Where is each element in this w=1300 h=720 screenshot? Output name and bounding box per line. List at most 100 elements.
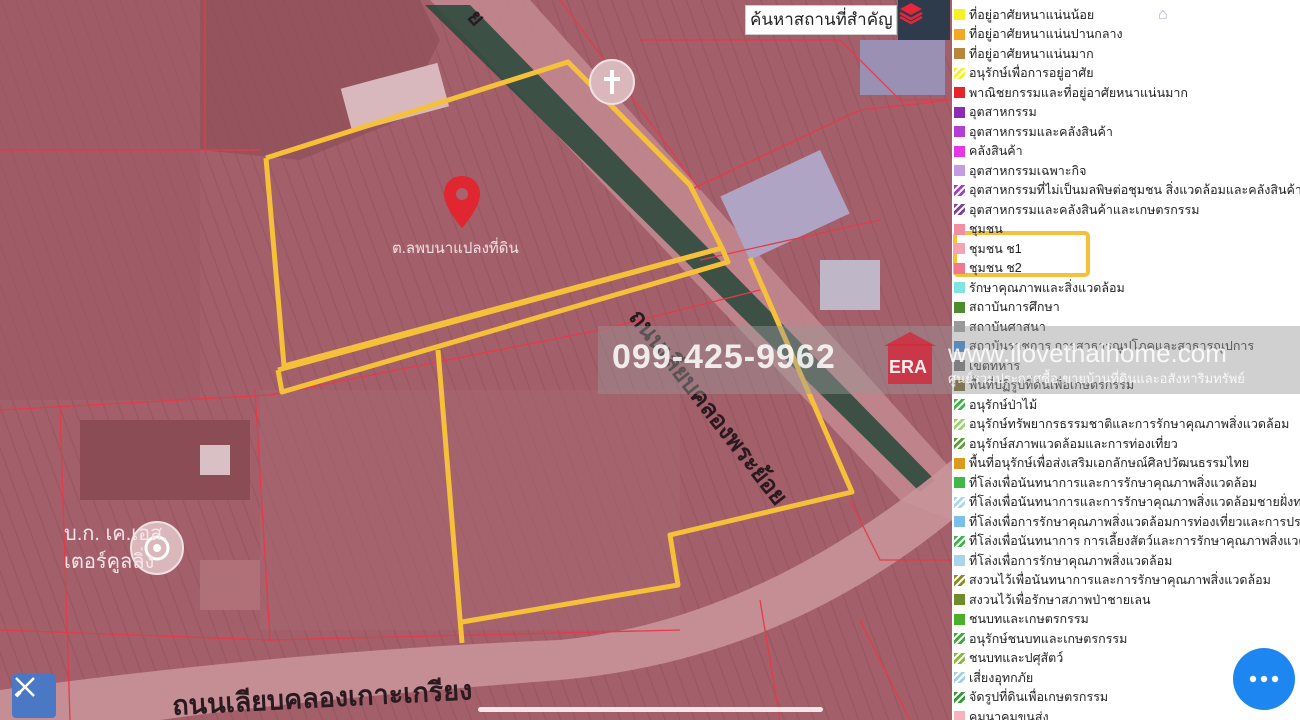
legend-item: ชุมชน ช1 xyxy=(952,239,1022,259)
legend-label: อนุรักษ์เพื่อการอยู่อาศัย xyxy=(969,66,1094,81)
legend-swatch xyxy=(954,555,965,567)
legend-item: ที่โล่งเพื่อนันทนาการ การเลี้ยงสัตว์และก… xyxy=(952,532,1300,552)
legend-item: อุตสาหกรรมเฉพาะกิจ xyxy=(952,161,1086,181)
legend-label: อุตสาหกรรม xyxy=(969,105,1037,120)
legend-label: ชุมชน ช2 xyxy=(969,261,1022,276)
more-dots-icon xyxy=(1249,675,1279,683)
legend-item: สงวนไว้เพื่อรักษาสภาพป่าชายเลน xyxy=(952,590,1151,610)
legend-item: ที่อยู่อาศัยหนาแน่นปานกลาง xyxy=(952,25,1123,45)
legend-item: อนุรักษ์สภาพแวดล้อมและการท่องเที่ยว xyxy=(952,434,1178,454)
legend-label: รักษาคุณภาพและสิ่งแวดล้อม xyxy=(969,280,1125,295)
legend-swatch xyxy=(954,418,965,430)
legend-swatch xyxy=(954,477,965,489)
watermark-subtitle: ศูนย์รวมประกาศซื้อ-ขายบ้านที่ดินและอสังห… xyxy=(948,371,1245,386)
search-input[interactable]: ค้นหาสถานที่สำคัญ xyxy=(745,5,897,35)
legend-swatch xyxy=(954,165,965,177)
legend-swatch xyxy=(954,243,965,255)
legend-swatch xyxy=(954,613,965,625)
legend-item: อุตสาหกรรม xyxy=(952,103,1037,123)
legend-item: ที่โล่งเพื่อนันทนาการและการรักษาคุณภาพสิ… xyxy=(952,493,1300,513)
legend-item: ที่โล่งเพื่อการรักษาคุณภาพสิ่งแวดล้อม xyxy=(952,551,1172,571)
legend-item: คมนาคมขนส่ง xyxy=(952,707,1049,720)
legend-swatch xyxy=(954,399,965,411)
watermark-phone: 099-425-9962 xyxy=(612,338,836,376)
company-label: บ.ก. เค.เอส. เตอร์คูลลิ่ง xyxy=(64,520,168,576)
legend-swatch xyxy=(954,87,965,99)
legend-item: อุตสาหกรรมและคลังสินค้าและเกษตรกรรม xyxy=(952,200,1199,220)
legend-label: จัดรูปที่ดินเพื่อเกษตรกรรม xyxy=(969,690,1109,705)
legend-swatch xyxy=(954,67,965,79)
legend-item: รักษาคุณภาพและสิ่งแวดล้อม xyxy=(952,278,1125,298)
legend-label: คมนาคมขนส่ง xyxy=(969,709,1049,720)
watermark-site: www.ilovethaihome.com xyxy=(948,338,1227,368)
legend-swatch xyxy=(954,574,965,586)
legend-swatch xyxy=(954,535,965,547)
legend-item: อนุรักษ์ทรัพยากรธรรมชาติและการรักษาคุณภา… xyxy=(952,415,1289,435)
legend-swatch xyxy=(954,516,965,528)
legend-swatch xyxy=(954,496,965,508)
legend-label: ชนบทและปศุสัตว์ xyxy=(969,651,1064,666)
legend-label: ที่โล่งเพื่อนันทนาการ การเลี้ยงสัตว์และก… xyxy=(969,534,1300,549)
legend-label: ที่โล่งเพื่อการรักษาคุณภาพสิ่งแวดล้อม xyxy=(969,553,1173,568)
layers-button[interactable] xyxy=(898,0,950,40)
legend-label: อนุรักษ์ป่าไม้ xyxy=(969,397,1038,412)
legend-label: อุตสาหกรรมและคลังสินค้าและเกษตรกรรม xyxy=(969,202,1200,217)
legend-item: จัดรูปที่ดินเพื่อเกษตรกรรม xyxy=(952,688,1108,708)
legend-label: สถาบันการศึกษา xyxy=(969,300,1060,315)
edit-tool-button[interactable] xyxy=(12,674,56,718)
legend-item: ชุมชน xyxy=(952,220,1003,240)
legend-label: ชนบทและเกษตรกรรม xyxy=(969,612,1089,627)
legend-label: สงวนไว้เพื่อนันทนาการและการรักษาคุณภาพสิ… xyxy=(969,573,1271,588)
legend-label: สงวนไว้เพื่อรักษาสภาพป่าชายเลน xyxy=(969,592,1151,607)
legend-item: สงวนไว้เพื่อนันทนาการและการรักษาคุณภาพสิ… xyxy=(952,571,1271,591)
legend-item: อนุรักษ์ชนบทและเกษตรกรรม xyxy=(952,629,1127,649)
legend-label: พาณิชยกรรมและที่อยู่อาศัยหนาแน่นมาก xyxy=(969,85,1188,100)
legend-swatch xyxy=(954,126,965,138)
legend-item: พื้นที่อนุรักษ์เพื่อส่งเสริมเอกลักษณ์ศิล… xyxy=(952,454,1249,474)
legend-swatch xyxy=(954,204,965,216)
legend-label: ที่โล่งเพื่อนันทนาการและการรักษาคุณภาพสิ… xyxy=(969,495,1300,510)
legend-label: อุตสาหกรรมและคลังสินค้า xyxy=(969,124,1113,139)
church-icon xyxy=(589,59,635,105)
legend-label: ที่อยู่อาศัยหนาแน่นมาก xyxy=(969,46,1094,61)
layers-icon xyxy=(899,3,923,25)
legend-swatch xyxy=(954,652,965,664)
parcel-label: ต.ลพบนาแปลงที่ดิน xyxy=(392,240,519,257)
legend-label: เสี่ยงอุทกภัย xyxy=(969,670,1034,685)
legend-item: ชุมชน ช2 xyxy=(952,259,1022,279)
pencil-ruler-icon xyxy=(14,677,35,698)
legend-item: สถาบันการศึกษา xyxy=(952,298,1060,318)
legend-swatch xyxy=(954,457,965,469)
legend-label: อุตสาหกรรมเฉพาะกิจ xyxy=(969,163,1087,178)
legend-label: อนุรักษ์สภาพแวดล้อมและการท่องเที่ยว xyxy=(969,436,1178,451)
legend-swatch xyxy=(954,262,965,274)
legend-label: ชุมชน ช1 xyxy=(969,241,1022,256)
legend-label: ที่อยู่อาศัยหนาแน่นปานกลาง xyxy=(969,27,1123,42)
legend-swatch xyxy=(954,145,965,157)
building xyxy=(200,560,260,610)
header-icons: ⌂ xyxy=(1158,6,1168,24)
home-indicator xyxy=(478,707,823,712)
legend-swatch xyxy=(954,48,965,60)
legend-item: อุตสาหกรรมที่ไม่เป็นมลพิษต่อชุมชน สิ่งแว… xyxy=(952,181,1300,201)
legend-item: อนุรักษ์ป่าไม้ xyxy=(952,395,1037,415)
legend-item: ชนบทและปศุสัตว์ xyxy=(952,649,1063,669)
legend-swatch xyxy=(954,106,965,118)
legend-swatch xyxy=(954,672,965,684)
company-label-line1: บ.ก. เค.เอส. xyxy=(64,523,168,545)
legend-item: ที่โล่งเพื่อนันทนาการและการรักษาคุณภาพสิ… xyxy=(952,473,1257,493)
legend-label: คลังสินค้า xyxy=(969,144,1023,159)
more-options-button[interactable] xyxy=(1233,648,1295,710)
legend-item: อนุรักษ์เพื่อการอยู่อาศัย xyxy=(952,64,1094,84)
legend-item: พาณิชยกรรมและที่อยู่อาศัยหนาแน่นมาก xyxy=(952,83,1188,103)
legend-item: ที่อยู่อาศัยหนาแน่นมาก xyxy=(952,44,1094,64)
legend-swatch xyxy=(954,691,965,703)
legend-swatch xyxy=(954,438,965,450)
watermark-logo-text: ERA xyxy=(889,357,928,377)
legend-swatch xyxy=(954,282,965,294)
legend-label: ที่อยู่อาศัยหนาแน่นน้อย xyxy=(969,7,1095,22)
legend-label: ที่โล่งเพื่อการรักษาคุณภาพสิ่งแวดล้อมการ… xyxy=(969,514,1300,529)
legend-item: คลังสินค้า xyxy=(952,142,1023,162)
legend-swatch xyxy=(954,301,965,313)
legend-swatch xyxy=(954,223,965,235)
